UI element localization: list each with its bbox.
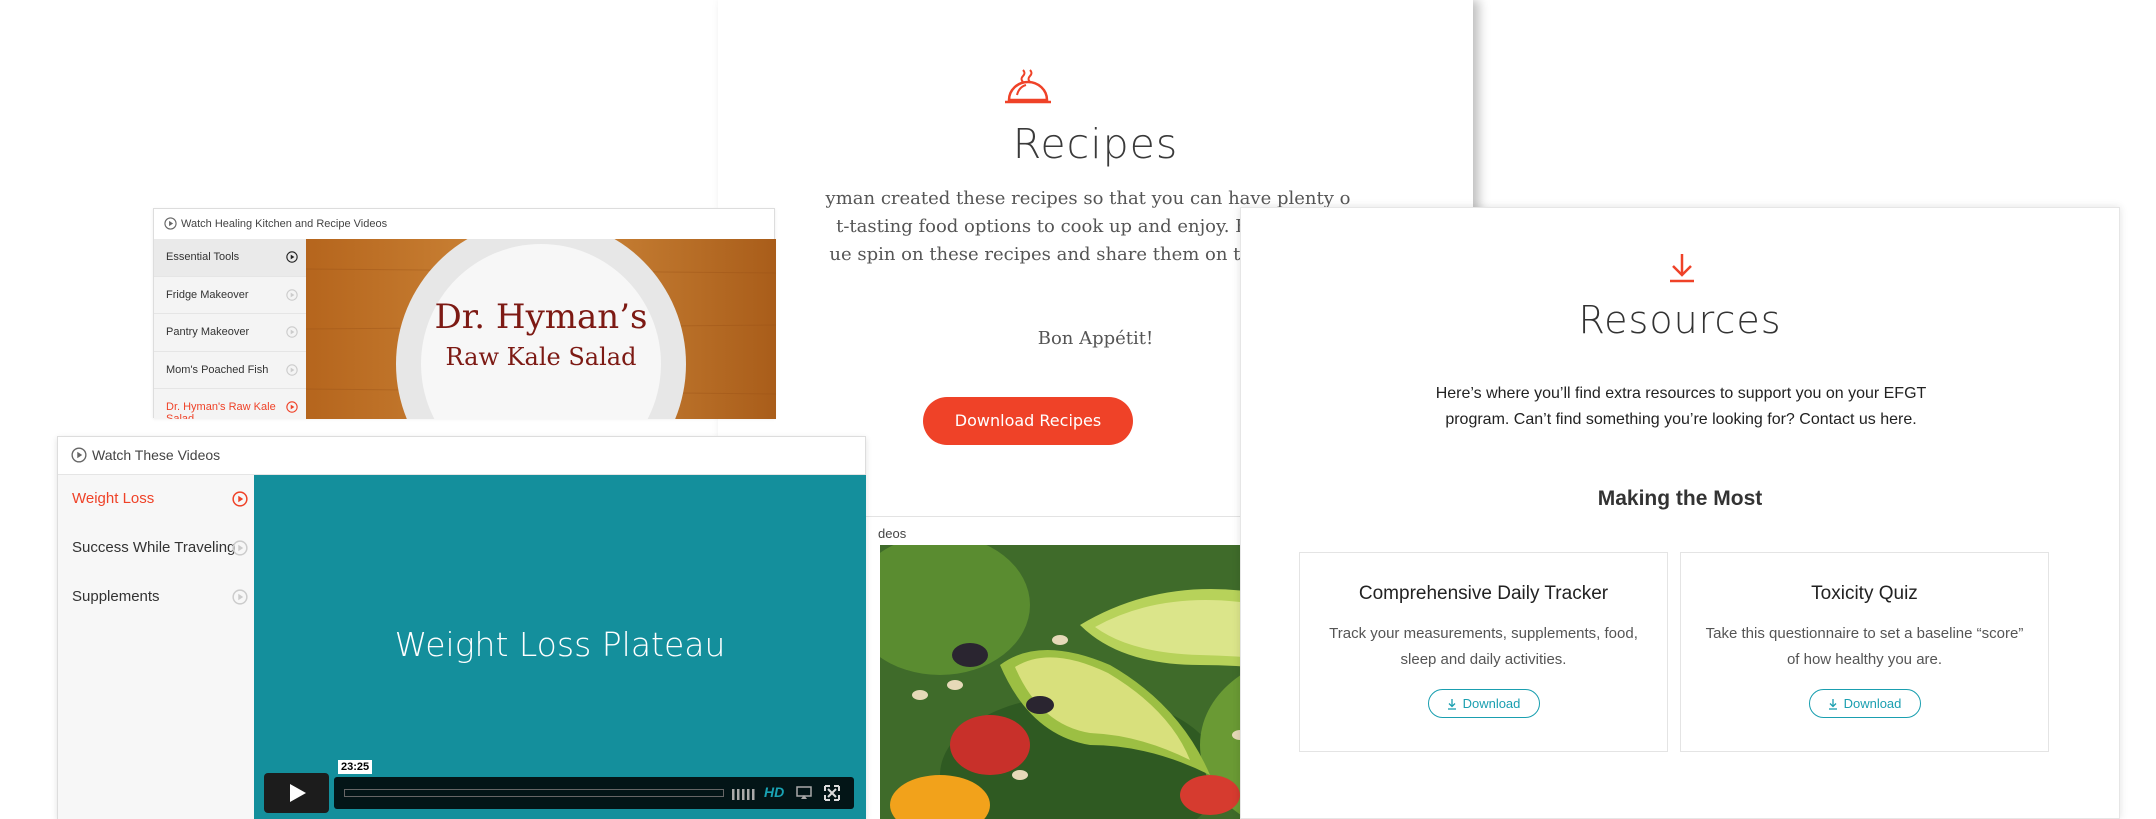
video-title-line: Dr. Hyman’s xyxy=(434,297,648,337)
video-player-header: Watch These Videos xyxy=(58,437,865,475)
resources-intro-line: program. Can’t find something you’re loo… xyxy=(1445,411,1917,428)
playlist-item-pantry-makeover[interactable]: Pantry Makeover xyxy=(154,314,306,352)
playlist-item-label: Essential Tools xyxy=(166,251,240,263)
playlist-item-essential-tools[interactable]: Essential Tools xyxy=(154,239,306,277)
play-circle-icon xyxy=(286,326,298,338)
main-video-player: Watch These Videos Weight Loss Success W… xyxy=(57,436,866,819)
resource-card-description: Track your measurements, supplements, fo… xyxy=(1329,625,1638,668)
video-title-line: Raw Kale Salad xyxy=(445,343,637,371)
hd-toggle[interactable]: HD xyxy=(764,784,784,800)
video-time: 23:25 xyxy=(338,760,373,774)
playlist-item-weight-loss[interactable]: Weight Loss xyxy=(58,475,254,524)
resource-card-title: Comprehensive Daily Tracker xyxy=(1358,583,1609,604)
download-recipes-button[interactable]: Download Recipes xyxy=(923,397,1133,445)
playlist-item-label: Weight Loss xyxy=(72,490,155,507)
video-title: Weight Loss Plateau xyxy=(394,625,726,664)
play-circle-icon xyxy=(164,217,177,230)
resource-card-toxicity-quiz: Toxicity Quiz Take this questionnaire to… xyxy=(1680,552,2049,752)
download-button[interactable]: Download xyxy=(1427,689,1540,718)
video-player-title: Watch These Videos xyxy=(92,447,221,463)
download-button[interactable]: Download xyxy=(1808,689,1921,718)
playlist-item-label: Success While Traveling xyxy=(72,539,236,556)
playlist-item-success-while-traveling[interactable]: Success While Traveling xyxy=(58,524,254,573)
resource-card-daily-tracker: Comprehensive Daily Tracker Track your m… xyxy=(1299,552,1668,752)
resource-card-title: Toxicity Quiz xyxy=(1811,583,1918,604)
resources-title: Resources xyxy=(1578,298,1782,342)
playlist-item-fridge-makeover[interactable]: Fridge Makeover xyxy=(154,277,306,314)
playlist-item-label: Fridge Makeover xyxy=(166,288,249,301)
resources-intro: Here’s where you’ll find extra resources… xyxy=(1381,381,1981,433)
download-button-label: Download xyxy=(1843,696,1902,711)
kitchen-player-header: Watch Healing Kitchen and Recipe Videos xyxy=(154,209,774,239)
download-arrow-icon xyxy=(1670,254,1694,283)
download-icon xyxy=(1828,699,1837,710)
playlist-item-supplements[interactable]: Supplements xyxy=(58,573,254,622)
video-playlist: Weight Loss Success While Traveling Supp… xyxy=(58,475,254,819)
volume-icon[interactable] xyxy=(732,786,756,800)
resources-intro-line: Here’s where you’ll find extra resources… xyxy=(1435,385,1927,402)
kitchen-playlist: Essential Tools Fridge Makeover Pantry M… xyxy=(154,239,306,419)
video-screen[interactable]: Weight Loss Plateau 23:25 HD xyxy=(254,475,866,819)
play-circle-icon xyxy=(286,401,298,413)
resources-panel: Resources Here’s where you’ll find extra… xyxy=(1240,207,2120,819)
play-circle-icon xyxy=(286,363,298,376)
video-controls: 23:25 HD xyxy=(264,760,854,813)
resources-subtitle: Making the Most xyxy=(1597,487,1763,510)
play-circle-icon xyxy=(286,251,298,263)
play-icon xyxy=(290,784,306,802)
airplay-icon[interactable] xyxy=(796,786,812,800)
recipes-title: Recipes xyxy=(1012,120,1179,168)
play-circle-icon xyxy=(232,491,248,507)
play-button[interactable] xyxy=(264,773,329,813)
fullscreen-icon[interactable] xyxy=(824,785,840,801)
video-control-bar: 23:25 HD xyxy=(334,760,854,809)
kitchen-video-player: Watch Healing Kitchen and Recipe Videos … xyxy=(153,208,776,419)
serving-dish-icon xyxy=(1005,69,1051,104)
kitchen-player-title: Watch Healing Kitchen and Recipe Videos xyxy=(181,218,388,230)
play-circle-icon xyxy=(232,540,248,556)
play-circle-icon xyxy=(71,447,87,463)
kitchen-video-frame[interactable]: Dr. Hyman’s Raw Kale Salad xyxy=(306,239,776,419)
resource-card-description: Take this questionnaire to set a baselin… xyxy=(1705,625,2024,668)
download-button-label: Download xyxy=(1462,696,1521,711)
video-progress-track[interactable] xyxy=(344,789,724,797)
download-icon xyxy=(1447,699,1456,710)
playlist-item-label: Mom's Poached Fish xyxy=(166,363,269,376)
videos-label: deos xyxy=(878,526,907,541)
playlist-item-raw-kale-salad[interactable]: Dr. Hyman's Raw Kale Salad xyxy=(154,389,306,419)
play-circle-icon xyxy=(232,589,248,605)
play-circle-icon xyxy=(286,288,298,301)
playlist-item-label: Supplements xyxy=(72,588,160,605)
playlist-item-label: Pantry Makeover xyxy=(166,326,250,338)
playlist-item-label: Dr. Hyman's Raw Kale Salad xyxy=(166,401,276,419)
playlist-item-poached-fish[interactable]: Mom's Poached Fish xyxy=(154,352,306,389)
